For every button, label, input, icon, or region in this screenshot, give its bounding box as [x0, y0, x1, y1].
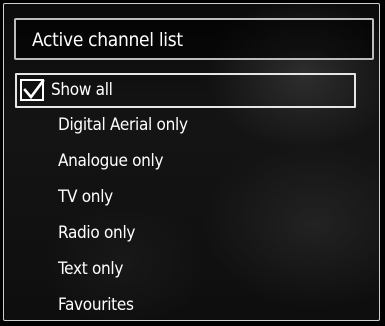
- menu-item-digital-aerial-only[interactable]: Digital Aerial only: [4, 108, 379, 144]
- menu-item-text-only[interactable]: Text only: [4, 252, 379, 288]
- channel-filter-menu: Show all Digital Aerial only Analogue on…: [4, 73, 379, 324]
- channel-list-dialog: Active channel list Show all Digital Aer…: [3, 3, 380, 321]
- menu-item-tv-only[interactable]: TV only: [4, 180, 379, 216]
- menu-item-analogue-only[interactable]: Analogue only: [4, 144, 379, 180]
- menu-item-label: Digital Aerial only: [58, 115, 188, 135]
- menu-item-label: Show all: [51, 80, 113, 100]
- menu-item-label: Analogue only: [58, 151, 164, 171]
- menu-item-label: Favourites: [58, 295, 134, 315]
- menu-item-favourites[interactable]: Favourites: [4, 288, 379, 324]
- dialog-header: Active channel list: [14, 18, 374, 60]
- menu-item-label: Text only: [58, 259, 124, 279]
- menu-item-label: Radio only: [58, 223, 136, 243]
- dialog-title: Active channel list: [32, 29, 183, 51]
- menu-item-label: TV only: [58, 187, 113, 207]
- checkbox[interactable]: [20, 79, 45, 101]
- checkmark-icon: [23, 79, 45, 100]
- menu-item-show-all[interactable]: Show all: [15, 73, 356, 108]
- menu-item-radio-only[interactable]: Radio only: [4, 216, 379, 252]
